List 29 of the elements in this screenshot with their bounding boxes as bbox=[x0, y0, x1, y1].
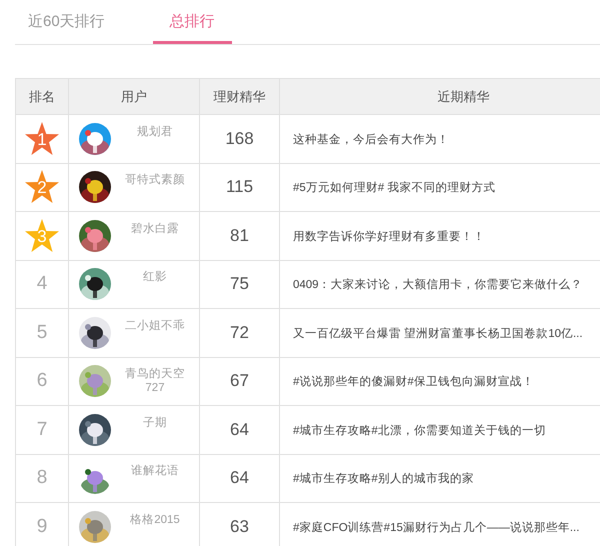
score: 64 bbox=[230, 468, 249, 488]
rank-number: 2 bbox=[36, 178, 48, 198]
post-link[interactable]: #城市生存攻略#别人的城市我的家 bbox=[293, 473, 474, 486]
score: 75 bbox=[230, 274, 249, 294]
column-header: 理财精华 bbox=[200, 78, 280, 114]
score: 81 bbox=[230, 226, 249, 245]
post-link[interactable]: 用数字告诉你学好理财有多重要！！ bbox=[293, 230, 485, 243]
rank-number: 6 bbox=[36, 370, 48, 392]
rank-number: 9 bbox=[36, 516, 48, 537]
score: 64 bbox=[230, 420, 249, 439]
score: 63 bbox=[230, 516, 249, 536]
rank-number: 4 bbox=[36, 273, 48, 294]
score: 67 bbox=[230, 371, 249, 390]
post-link[interactable]: #5万元如何理财# 我家不同的理财方式 bbox=[293, 182, 496, 194]
post-link[interactable]: 这种基金，今后会有大作为！ bbox=[293, 134, 449, 146]
score: 115 bbox=[226, 177, 254, 196]
column-header: 用户 bbox=[68, 78, 200, 114]
tab[interactable]: 近60天排行 bbox=[15, 0, 118, 44]
score: 72 bbox=[230, 322, 249, 342]
rank-number: 1 bbox=[36, 130, 48, 150]
rank-number: 8 bbox=[36, 467, 48, 488]
rank-number: 7 bbox=[36, 418, 48, 440]
post-link[interactable]: #说说那些年的傻漏财#保卫钱包向漏财宣战！ bbox=[293, 376, 534, 388]
rank-number: 3 bbox=[36, 226, 48, 247]
column-header: 近期精华 bbox=[280, 78, 600, 114]
rank-number: 5 bbox=[36, 322, 48, 343]
column-header: 排名 bbox=[16, 78, 68, 114]
tab[interactable]: 总排行 bbox=[152, 0, 232, 44]
score: 168 bbox=[225, 128, 254, 148]
